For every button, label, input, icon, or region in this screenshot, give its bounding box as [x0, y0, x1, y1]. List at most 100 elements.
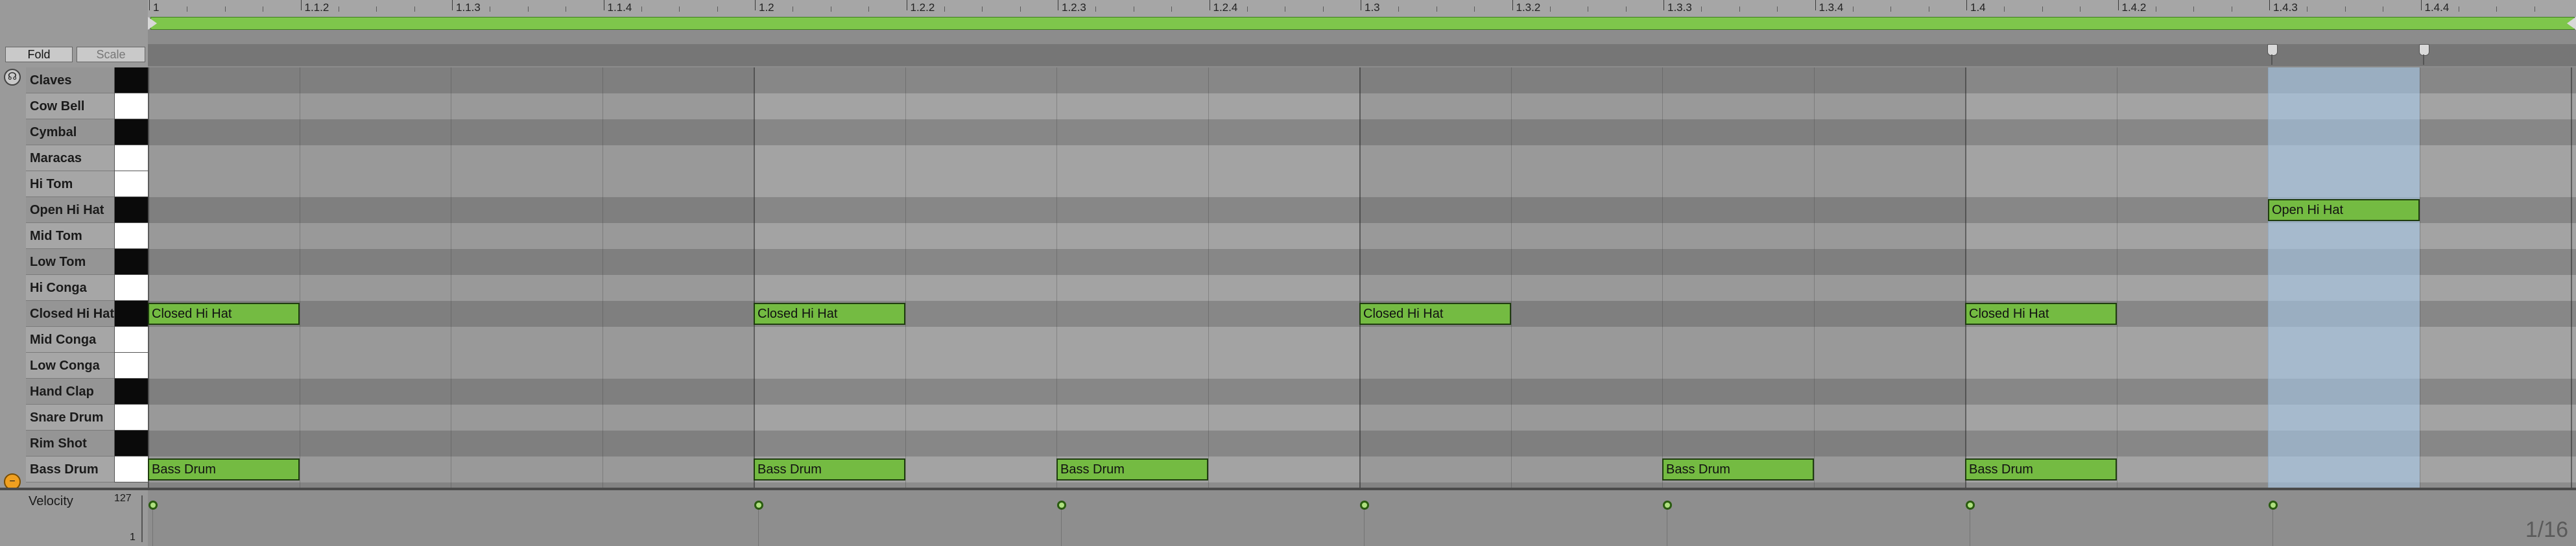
ruler-subtick	[1020, 6, 1021, 12]
ruler-tick	[149, 0, 150, 10]
piano-key[interactable]	[114, 119, 148, 145]
midi-note[interactable]: Closed Hi Hat	[1359, 303, 1511, 325]
midi-note[interactable]: Bass Drum	[1965, 458, 2117, 481]
midi-note[interactable]: Bass Drum	[1056, 458, 1208, 481]
ruler-tick	[1815, 0, 1816, 10]
ruler-subtick	[1171, 6, 1173, 12]
ruler-label: 1.2.3	[1062, 1, 1086, 14]
lane-label[interactable]: Hand Clap	[26, 379, 114, 405]
velocity-point[interactable]	[149, 501, 158, 510]
lane-label[interactable]: Mid Tom	[26, 223, 114, 249]
lane-label[interactable]: Low Conga	[26, 353, 114, 379]
ruler-subtick	[2042, 6, 2043, 12]
piano-key[interactable]	[114, 93, 148, 119]
lane-label[interactable]: Maracas	[26, 145, 114, 171]
ruler-tick	[1512, 0, 1513, 10]
marker-end-icon[interactable]	[2419, 44, 2429, 56]
velocity-stem	[758, 508, 759, 546]
piano-key[interactable]	[114, 327, 148, 353]
ruler-label: 1	[153, 1, 160, 14]
ruler-subtick	[414, 6, 415, 12]
ruler-subtick	[868, 6, 870, 12]
lane-label[interactable]: Closed Hi Hat	[26, 301, 114, 327]
grid-resolution-indicator[interactable]: 1/16	[2525, 517, 2568, 543]
piano-key[interactable]	[114, 405, 148, 431]
marker-start-line	[2271, 54, 2272, 65]
ruler-tick	[755, 0, 756, 10]
velocity-point[interactable]	[1966, 501, 1975, 510]
velocity-point[interactable]	[1663, 501, 1672, 510]
ruler-subtick	[2193, 6, 2195, 12]
piano-key[interactable]	[114, 145, 148, 171]
ruler-tick	[1966, 0, 1967, 10]
ruler-label: 1.4	[1970, 1, 1986, 14]
piano-key[interactable]	[114, 301, 148, 327]
grid-line	[1359, 67, 1361, 488]
timeline-ruler[interactable]: 1 1.1.2 1.1.3 1.1.4 1.2 1.2.2 1.2.3 1.2.4 1.3 1.3…	[148, 0, 2576, 19]
lane-label[interactable]: Hi Conga	[26, 275, 114, 301]
preview-headphone-icon[interactable]: ☊	[4, 69, 21, 86]
velocity-point[interactable]	[1057, 501, 1066, 510]
lane-label[interactable]: Hi Tom	[26, 171, 114, 197]
lane-label[interactable]: Rim Shot	[26, 431, 114, 457]
loop-end-arrow-icon[interactable]	[2567, 17, 2576, 30]
midi-note[interactable]: Open Hi Hat	[2268, 199, 2420, 221]
ruler-subtick	[2004, 6, 2005, 12]
ruler-tick	[2420, 0, 2422, 10]
piano-key[interactable]	[114, 353, 148, 379]
ruler-label: 1.3	[1365, 1, 1380, 14]
piano-key[interactable]	[114, 457, 148, 482]
lane-label[interactable]: Cymbal	[26, 119, 114, 145]
ruler-subtick	[1398, 6, 1400, 12]
piano-key[interactable]	[114, 379, 148, 405]
lane-label[interactable]: Cow Bell	[26, 93, 114, 119]
note-grid[interactable]	[148, 67, 2576, 488]
piano-key[interactable]	[114, 431, 148, 457]
midi-note[interactable]: Bass Drum	[148, 458, 300, 481]
ruler-subtick	[944, 6, 945, 12]
piano-key[interactable]	[114, 197, 148, 223]
midi-note[interactable]: Closed Hi Hat	[1965, 303, 2117, 325]
ruler-subtick	[641, 6, 642, 12]
piano-key[interactable]	[114, 223, 148, 249]
velocity-lane[interactable]	[148, 490, 2576, 546]
piano-key[interactable]	[114, 249, 148, 275]
midi-note[interactable]: Bass Drum	[754, 458, 905, 481]
ruler-subtick	[2496, 6, 2498, 12]
fold-button[interactable]: Fold	[5, 47, 73, 62]
lane-label[interactable]: Snare Drum	[26, 405, 114, 431]
lane-label[interactable]: Low Tom	[26, 249, 114, 275]
midi-note[interactable]: Bass Drum	[1662, 458, 1814, 481]
ruler-label: 1.3.2	[1516, 1, 1541, 14]
ruler-label: 1.3.4	[1819, 1, 1844, 14]
piano-key[interactable]	[114, 67, 148, 93]
velocity-stem	[2272, 508, 2273, 546]
grid-line	[1056, 67, 1057, 488]
ruler-label: 1.2	[759, 1, 774, 14]
grid-line	[602, 67, 603, 488]
lane-label[interactable]: Bass Drum	[26, 457, 114, 482]
loop-brace[interactable]	[150, 17, 2575, 30]
ruler-tick	[2117, 0, 2119, 10]
velocity-point[interactable]	[1360, 501, 1369, 510]
velocity-point[interactable]	[2269, 501, 2278, 510]
piano-key[interactable]	[114, 171, 148, 197]
lane-label[interactable]: Mid Conga	[26, 327, 114, 353]
marker-start-icon[interactable]	[2267, 44, 2278, 56]
grid-line	[1965, 67, 1966, 488]
ruler-subtick	[2307, 6, 2308, 12]
ruler-label: 1.4.4	[2424, 1, 2450, 14]
ruler-subtick	[1890, 6, 1892, 12]
ruler-label: 1.1.2	[304, 1, 329, 14]
marker-strip[interactable]	[148, 44, 2576, 66]
ruler-label: 1.1.4	[607, 1, 632, 14]
lane-label[interactable]: Open Hi Hat	[26, 197, 114, 223]
piano-key[interactable]	[114, 275, 148, 301]
velocity-point[interactable]	[754, 501, 763, 510]
ruler-subtick	[1852, 6, 1854, 12]
lane-label[interactable]: Claves	[26, 67, 114, 93]
midi-note[interactable]: Closed Hi Hat	[754, 303, 905, 325]
loop-start-arrow-icon[interactable]	[148, 17, 157, 30]
scale-button[interactable]: Scale	[77, 47, 145, 62]
midi-note[interactable]: Closed Hi Hat	[148, 303, 300, 325]
